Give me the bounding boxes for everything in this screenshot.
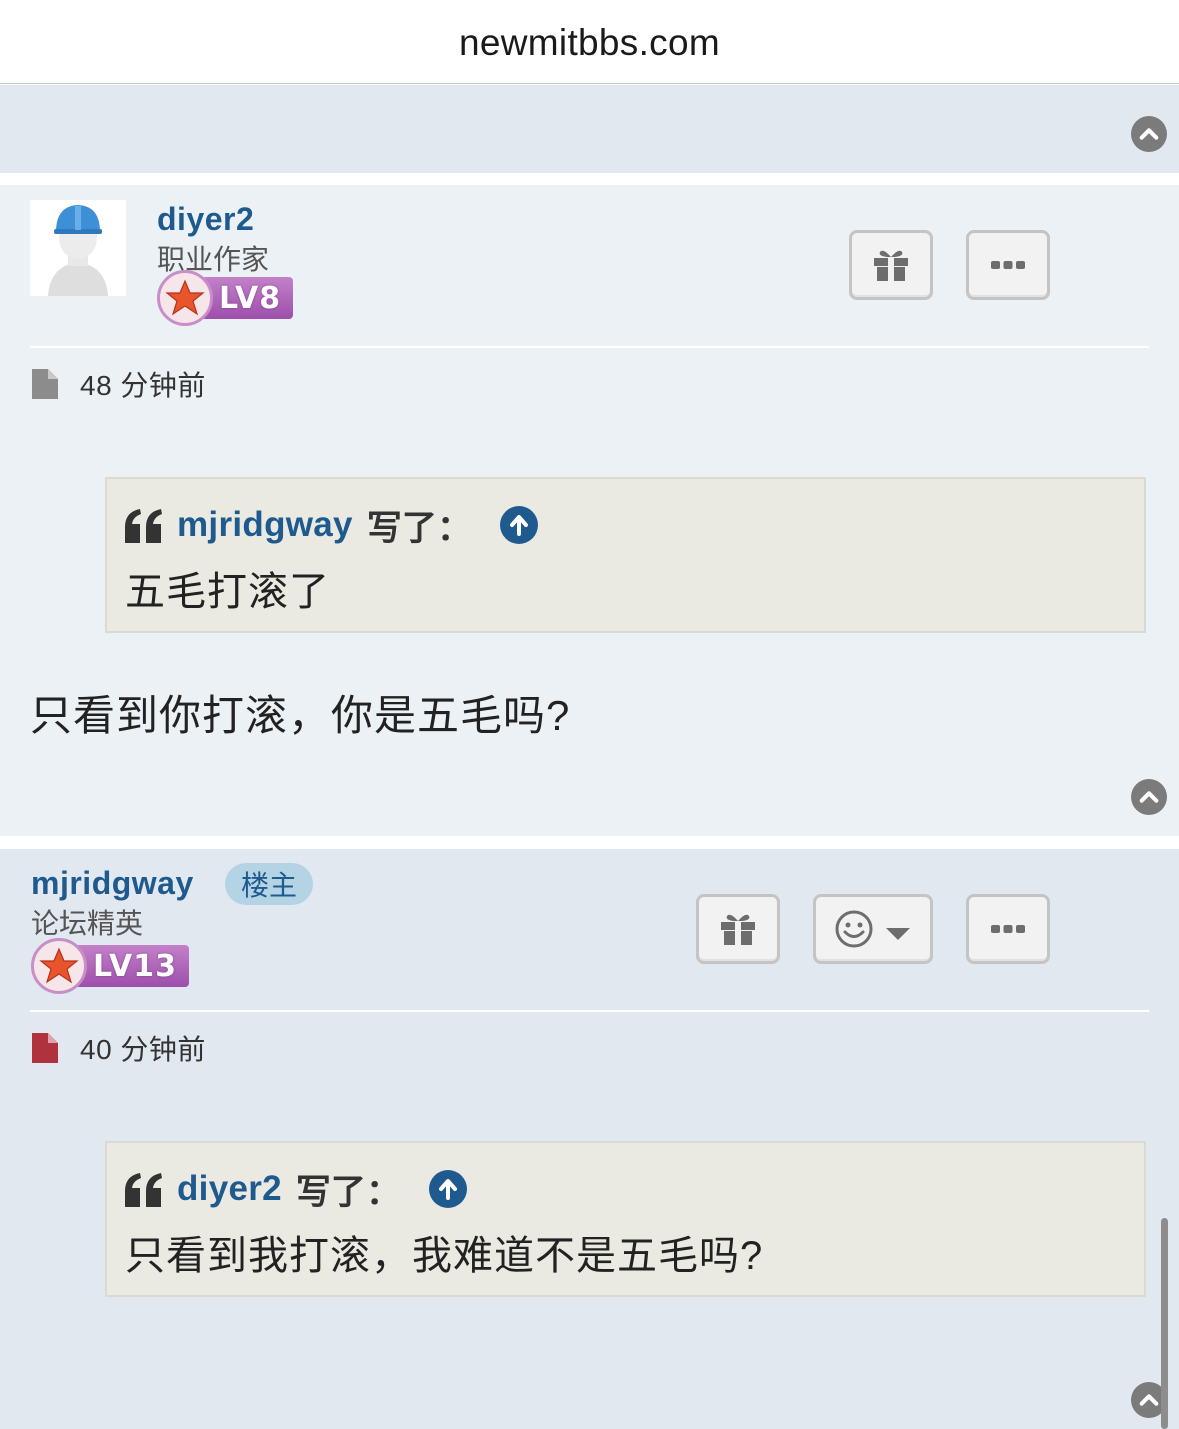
quote-block: mjridgway 写了： 五毛打滚了 <box>105 477 1146 633</box>
quote-icon <box>125 1173 162 1207</box>
caret-down-icon <box>886 928 910 940</box>
star-icon <box>157 270 213 326</box>
level-badge: LV8 <box>157 270 294 326</box>
post-meta: 48 分钟前 <box>30 366 206 402</box>
level-label: LV8 <box>201 277 294 319</box>
back-to-top-button[interactable] <box>1131 116 1167 152</box>
quote-wrote-label: 写了： <box>295 1172 401 1212</box>
quote-author[interactable]: diyer2 <box>177 1169 282 1209</box>
gift-icon <box>721 914 755 945</box>
page-scrollbar[interactable] <box>1161 1218 1168 1429</box>
file-icon <box>32 1033 58 1063</box>
quote-wrote-label: 写了： <box>366 508 472 548</box>
rank-title: 论坛精英 <box>31 908 144 939</box>
username[interactable]: diyer2 <box>157 201 254 238</box>
post-meta: 40 分钟前 <box>30 1030 206 1066</box>
gift-icon <box>874 250 908 281</box>
username[interactable]: mjridgway <box>31 865 194 902</box>
more-button[interactable] <box>966 230 1050 300</box>
jump-to-quote-button[interactable] <box>428 1170 467 1208</box>
quote-author[interactable]: mjridgway <box>177 505 353 545</box>
post: diyer2 职业作家 LV8 48 分钟前 mjridgway 写了： 五毛打… <box>0 185 1179 836</box>
more-button[interactable] <box>966 894 1050 964</box>
user-avatar-icon <box>30 200 126 296</box>
back-to-top-button[interactable] <box>1131 779 1167 815</box>
divider <box>30 346 1149 348</box>
post: mjridgway 楼主 论坛精英 LV13 40 分钟前 diyer2 写了：… <box>0 849 1179 1429</box>
quote-header: mjridgway 写了： <box>123 503 538 548</box>
address-bar[interactable]: newmitbbs.com <box>0 0 1179 84</box>
chevron-up-icon <box>1139 791 1159 803</box>
arrow-up-icon <box>438 1179 457 1200</box>
quote-text: 只看到我打滚，我难道不是五毛吗? <box>125 1234 764 1278</box>
quote-header: diyer2 写了： <box>123 1167 467 1212</box>
post-time[interactable]: 48 分钟前 <box>80 364 206 404</box>
gift-button[interactable] <box>696 894 780 964</box>
previous-post-footer <box>0 85 1179 173</box>
op-badge: 楼主 <box>225 863 314 905</box>
chevron-up-icon <box>1139 1394 1159 1406</box>
jump-to-quote-button[interactable] <box>499 506 538 544</box>
smiley-icon <box>835 910 873 948</box>
url-text: newmitbbs.com <box>459 22 720 63</box>
level-label: LV13 <box>75 945 189 987</box>
post-body: 只看到你打滚，你是五毛吗? <box>30 692 571 739</box>
more-icon <box>991 925 1025 933</box>
chevron-up-icon <box>1139 128 1159 140</box>
level-badge: LV13 <box>31 938 189 994</box>
quote-icon <box>125 509 162 543</box>
quote-block: diyer2 写了： 只看到我打滚，我难道不是五毛吗? <box>105 1141 1146 1297</box>
star-icon <box>31 938 87 994</box>
gift-button[interactable] <box>849 230 933 300</box>
divider <box>30 1010 1149 1012</box>
quote-text: 五毛打滚了 <box>125 570 330 614</box>
avatar[interactable] <box>30 200 126 296</box>
reaction-button[interactable] <box>813 894 933 964</box>
file-icon <box>32 369 58 399</box>
more-icon <box>991 261 1025 269</box>
post-time[interactable]: 40 分钟前 <box>80 1028 206 1068</box>
arrow-up-icon <box>509 515 528 536</box>
